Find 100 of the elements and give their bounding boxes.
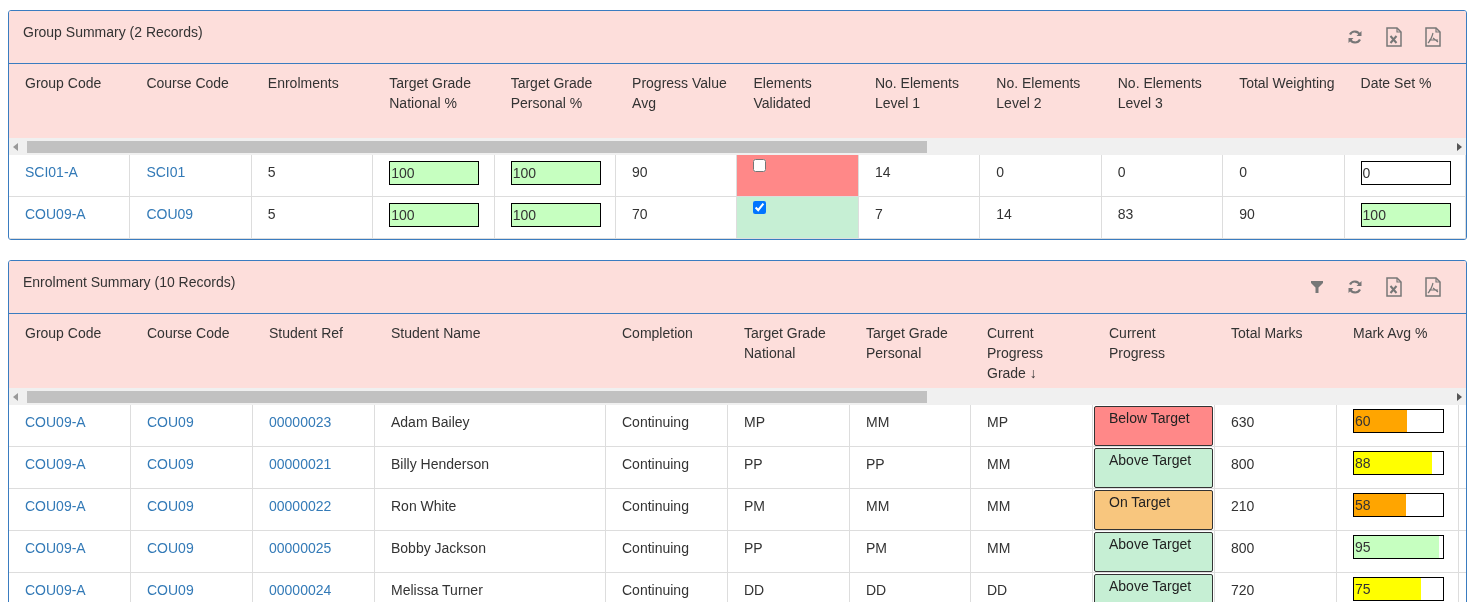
horizontal-scrollbar[interactable] [9, 388, 1466, 405]
table-cell-text: 210 [1231, 498, 1255, 514]
refresh-icon[interactable] [1347, 29, 1363, 45]
progress-status: Below Target [1094, 406, 1213, 446]
input-field[interactable]: 100 [510, 161, 601, 185]
table-link[interactable]: COU09 [147, 414, 194, 430]
column-header[interactable]: Enrolments [251, 64, 374, 138]
mark-average-value: 60 [1355, 413, 1371, 429]
excel-file-icon[interactable] [1386, 27, 1402, 47]
mark-average-value: 75 [1355, 581, 1371, 597]
column-header[interactable]: Group Code [9, 64, 131, 138]
column-header[interactable]: Course Code [131, 314, 253, 388]
column-header[interactable]: Student Ref [253, 314, 375, 388]
column-header[interactable]: Total Weighting [1223, 64, 1345, 138]
table-cell-text: 800 [1231, 456, 1255, 472]
table-cell-text: PP [744, 540, 763, 556]
column-header[interactable]: No. Elements Level 3 [1101, 64, 1224, 138]
table-cell-text: 800 [1231, 540, 1255, 556]
table-cell-text: 630 [1231, 414, 1255, 430]
mark-average-value: 88 [1355, 455, 1371, 471]
column-header[interactable]: Group Code [9, 314, 131, 388]
table-link[interactable]: COU09-A [25, 414, 86, 430]
table-link[interactable]: COU09 [146, 206, 194, 222]
column-header[interactable]: Target Grade Personal [850, 314, 971, 388]
table-cell-text: 70 [632, 206, 648, 222]
column-header[interactable]: Mark Avg % [1337, 314, 1459, 388]
mark-average-value: 95 [1355, 539, 1371, 555]
table-cell-text: Continuing [622, 540, 689, 556]
table-cell-text: MM [987, 540, 1011, 556]
table-link[interactable]: COU09 [147, 456, 194, 472]
table-link[interactable]: COU09-A [25, 206, 86, 222]
table-link[interactable]: COU09-A [25, 540, 86, 556]
table-cell-text: MP [744, 414, 765, 430]
column-header[interactable]: No. Elements Level 2 [980, 64, 1102, 138]
table-cell-text: Continuing [622, 414, 689, 430]
table-link[interactable]: SCI01 [146, 164, 186, 180]
column-header[interactable]: Total Marks [1215, 314, 1337, 388]
pdf-file-icon[interactable] [1425, 277, 1441, 297]
table-link[interactable]: COU09 [147, 498, 194, 514]
table-cell-text: 90 [1239, 206, 1255, 222]
table-cell-text: Continuing [622, 582, 689, 598]
table-link[interactable]: 00000023 [269, 414, 332, 430]
progress-status: Above Target [1094, 574, 1213, 602]
column-header[interactable]: Elements Validated [737, 64, 859, 138]
column-header[interactable]: Current Progress Grade ↓ [971, 314, 1093, 388]
excel-file-icon[interactable] [1386, 277, 1402, 297]
column-header[interactable]: Target Grade Personal % [494, 64, 617, 138]
table-link[interactable]: COU09 [147, 540, 194, 556]
table-cell-text: MP [987, 414, 1008, 430]
table-link[interactable]: SCI01-A [25, 164, 78, 180]
table-cell-text: Bobby Jackson [391, 540, 486, 556]
table-link[interactable]: 00000022 [269, 498, 332, 514]
column-header[interactable]: Target Grade National [728, 314, 850, 388]
table-link[interactable]: 00000021 [269, 456, 332, 472]
table-cell-text: 0 [996, 164, 1005, 180]
column-header[interactable]: Progress Value Avg [616, 64, 738, 138]
table-link[interactable]: COU09-A [25, 582, 86, 598]
table-cell-text: PM [744, 498, 765, 514]
refresh-icon[interactable] [1347, 279, 1363, 295]
table-cell-text: Ron White [391, 498, 457, 514]
column-header[interactable]: No. Elements Level 1 [858, 64, 981, 138]
column-header[interactable]: Student Name [375, 314, 606, 388]
scroll-left-icon[interactable] [13, 142, 19, 151]
table-link[interactable]: COU09 [147, 582, 194, 598]
column-header[interactable]: Course Code [130, 64, 252, 138]
input-field[interactable]: 0 [1360, 161, 1451, 185]
validated-checkbox[interactable] [753, 201, 767, 214]
progress-status: Above Target [1094, 532, 1213, 572]
table-cell-text: Continuing [622, 456, 689, 472]
table-link[interactable]: COU09-A [25, 456, 86, 472]
column-header[interactable]: Date Set % [1344, 64, 1466, 138]
table-cell-text: MM [866, 498, 890, 514]
pdf-file-icon[interactable] [1425, 27, 1441, 47]
input-field[interactable]: 100 [389, 203, 480, 227]
table-cell-text: Melissa Turner [391, 582, 483, 598]
table-link[interactable]: 00000025 [269, 540, 332, 556]
column-header[interactable]: Target Grade National % [373, 64, 495, 138]
table-link[interactable]: 00000024 [269, 582, 332, 598]
scroll-right-icon[interactable] [1456, 392, 1462, 401]
filter-icon[interactable] [1310, 280, 1324, 294]
table-cell-text: DD [744, 582, 765, 598]
column-header[interactable]: Current Progress [1093, 314, 1215, 388]
table-cell-text: MM [987, 456, 1011, 472]
scroll-left-icon[interactable] [13, 392, 19, 401]
table-cell-text: 7 [874, 206, 883, 222]
table-cell-text: PM [866, 540, 887, 556]
input-field[interactable]: 100 [389, 161, 480, 185]
horizontal-scrollbar[interactable] [9, 138, 1466, 155]
table-cell-text: 5 [267, 206, 276, 222]
table-cell-text: Billy Henderson [391, 456, 490, 472]
column-header[interactable]: Completion [606, 314, 728, 388]
input-field[interactable]: 100 [1360, 203, 1451, 227]
validated-checkbox[interactable] [753, 159, 767, 172]
table-cell-text: 0 [1117, 164, 1126, 180]
panel-title: Enrolment Summary (10 Records) [22, 273, 236, 290]
input-field[interactable]: 100 [510, 203, 601, 227]
table-link[interactable]: COU09-A [25, 498, 86, 514]
table-cell-text: DD [866, 582, 887, 598]
table-cell-text: MM [987, 498, 1011, 514]
scroll-right-icon[interactable] [1456, 142, 1462, 151]
